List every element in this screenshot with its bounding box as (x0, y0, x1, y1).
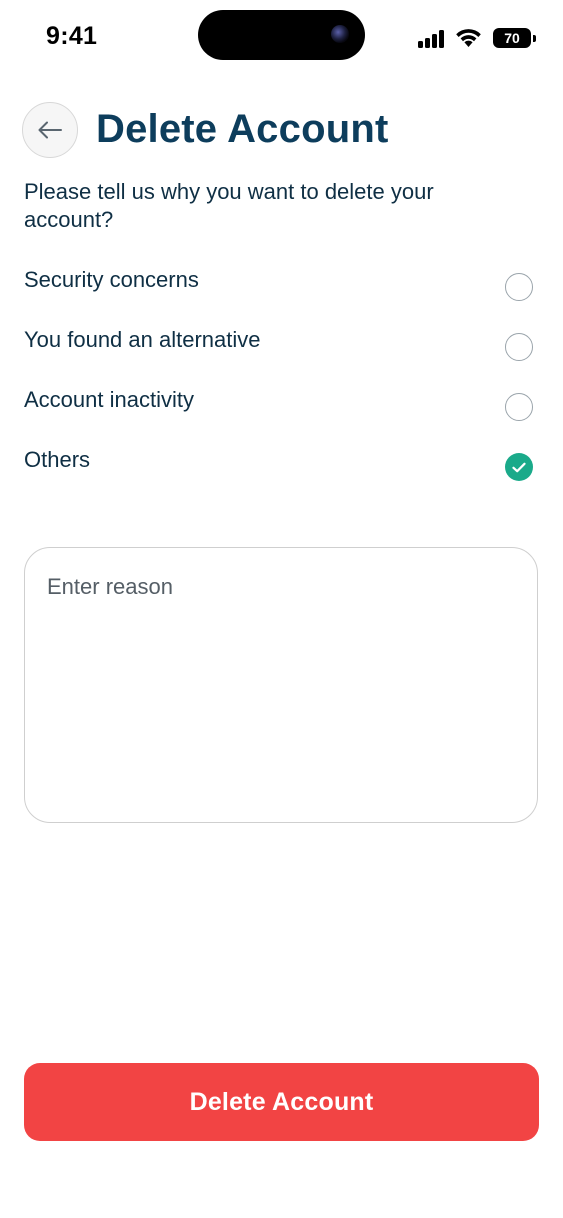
question-text: Please tell us why you want to delete yo… (24, 179, 434, 232)
reason-input[interactable] (47, 574, 513, 798)
option-label: Others (24, 447, 91, 472)
camera-icon (331, 25, 349, 43)
arrow-left-icon (38, 121, 62, 139)
option-label: Account inactivity (24, 387, 194, 412)
checkmark-icon (512, 462, 526, 472)
signal-icon (418, 30, 446, 48)
option-security-concerns[interactable]: Security concerns (24, 265, 538, 305)
battery-icon: 70 (493, 28, 531, 48)
reason-field-container (24, 547, 538, 823)
option-label: You found an alternative (24, 327, 261, 352)
status-time: 9:41 (46, 22, 98, 50)
status-bar: 9:41 70 (0, 0, 563, 80)
back-button[interactable] (22, 102, 78, 158)
option-others[interactable]: Others (24, 445, 538, 485)
page-title: Delete Account (96, 107, 389, 151)
radio-button[interactable] (505, 273, 533, 301)
battery-level: 70 (504, 30, 520, 46)
battery-nub (533, 35, 536, 42)
delete-account-button[interactable]: Delete Account (24, 1063, 539, 1141)
wifi-icon (456, 29, 481, 47)
option-account-inactivity[interactable]: Account inactivity (24, 385, 538, 425)
radio-button-checked[interactable] (505, 453, 533, 481)
radio-button[interactable] (505, 393, 533, 421)
radio-button[interactable] (505, 333, 533, 361)
option-found-alternative[interactable]: You found an alternative (24, 325, 538, 365)
dynamic-island (198, 10, 365, 60)
option-label: Security concerns (24, 267, 199, 292)
